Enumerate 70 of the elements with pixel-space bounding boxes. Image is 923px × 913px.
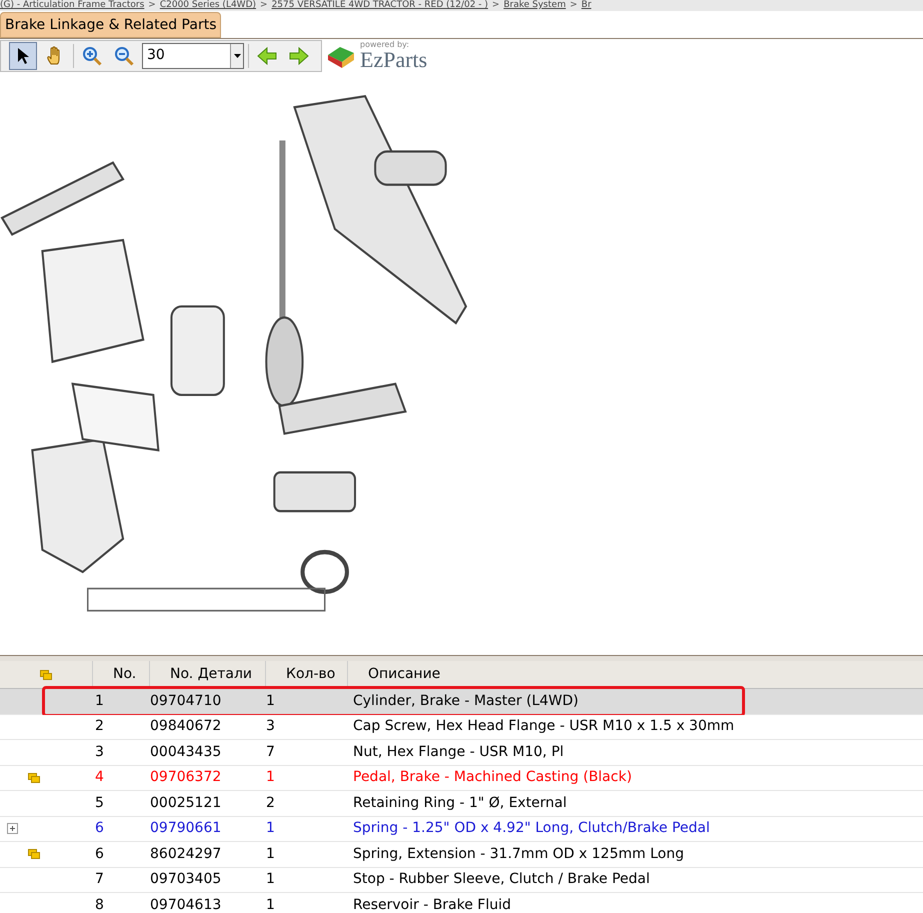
table-cell-text: 00043435 xyxy=(150,742,222,762)
pointer-icon xyxy=(16,46,30,64)
table-cell-text: 1 xyxy=(266,844,276,864)
table-cell-text: 86024297 xyxy=(150,844,222,864)
table-cell-text: 7 xyxy=(266,742,276,762)
table-cell-text: 1 xyxy=(266,692,276,711)
table-cell-text: Cylinder, Brake - Master (L4WD) xyxy=(352,692,580,711)
table-cell-text: Spring, Extension - 31.7mm OD x 125mm Long xyxy=(352,844,685,864)
table-cell-text: 2 xyxy=(266,794,276,813)
table-cell-text: Stop - Rubber Sleeve, Clutch / Brake Pedal xyxy=(352,870,651,890)
tool-button[interactable] xyxy=(9,42,37,70)
breadcrumb-separator: > xyxy=(570,0,578,11)
left-arrow-icon xyxy=(257,46,277,64)
table-cell-text: 1 xyxy=(266,896,276,913)
table-cell-text: 1 xyxy=(266,870,276,890)
table-cell-text: 1 xyxy=(266,768,276,788)
zoom-out-icon xyxy=(114,46,134,66)
breadcrumb-link[interactable]: 2575 VERSATILE 4WD TRACTOR - RED (12/02 - ) xyxy=(272,0,488,11)
table-cell-text: 09706372 xyxy=(150,768,222,788)
breadcrumb-separator: > xyxy=(148,0,156,11)
table-cell-text: Pedal, Brake - Machined Casting (Black) xyxy=(352,768,633,788)
table-cell-text: 4 xyxy=(94,768,105,788)
table-cell-text: Spring - 1.25" OD x 4.92" Long, Clutch/Brake Pedal xyxy=(352,819,711,838)
expand-icon[interactable] xyxy=(7,823,18,834)
table-cell-text: 3 xyxy=(266,717,276,736)
table-cell-text: Cap Screw, Hex Head Flange - USR M10 x 1.5 x 30mm xyxy=(352,717,736,736)
table-row[interactable]: 7 09703405 1 Stop - Rubber Sleeve, Clutch / Brake Pedal xyxy=(0,868,923,893)
table-cell-text: 6 xyxy=(94,819,105,838)
table-cell-text: 3 xyxy=(94,742,105,762)
table-row[interactable]: 1 09704710 1 Cylinder, Brake - Master (L4WD) xyxy=(0,689,923,714)
breadcrumb-link[interactable]: (G) - Articulation Frame Tractors xyxy=(0,0,144,11)
table-cell-text: 1 xyxy=(266,819,276,838)
table-cell-text: 5 xyxy=(94,794,105,813)
logo-name: EzParts xyxy=(360,48,428,70)
column-header[interactable]: No. Детали xyxy=(150,661,266,688)
table-cell-text: 09790661 xyxy=(150,819,222,838)
table-cell-text: Retaining Ring - 1" Ø, External xyxy=(352,794,568,813)
table-cell-text: Reservoir - Brake Fluid xyxy=(352,896,512,913)
table-cell-text: 1 xyxy=(94,692,105,711)
tab[interactable]: Brake Linkage & Related Parts xyxy=(0,12,222,38)
note-icon xyxy=(28,849,40,860)
table-row[interactable]: 6 09790661 1 Spring - 1.25" OD x 4.92" Long, Clutch/Brake Pedal xyxy=(0,816,923,842)
breadcrumb-separator: > xyxy=(260,0,268,11)
table-row[interactable]: 4 09706372 1 Pedal, Brake - Machined Casting (Black) xyxy=(0,766,923,791)
zoom-in-icon xyxy=(82,46,102,66)
table-cell-text: Nut, Hex Flange - USR M10, Pl xyxy=(352,742,565,762)
breadcrumb-link[interactable]: Brake System xyxy=(504,0,566,11)
column-header[interactable]: Кол-во xyxy=(266,661,348,688)
column-header[interactable]: Описание xyxy=(348,661,923,688)
table-cell-text: 8 xyxy=(94,896,105,913)
table-cell-text: 09704613 xyxy=(150,896,222,913)
breadcrumb-link[interactable]: C2000 Series (L4WD) xyxy=(160,0,256,11)
splitter[interactable] xyxy=(0,655,923,661)
table-cell-text: 09703405 xyxy=(150,870,222,890)
table-cell-text: 2 xyxy=(94,717,105,736)
note-icon xyxy=(40,670,52,680)
zoom-select[interactable]: 30 xyxy=(142,42,244,68)
breadcrumb-separator: > xyxy=(492,0,500,11)
note-icon xyxy=(28,772,40,783)
breadcrumb-link[interactable]: Br xyxy=(581,0,592,11)
logo-tagline: powered by: xyxy=(360,40,410,48)
table-cell-text: 6 xyxy=(94,844,105,864)
column-header[interactable]: No. xyxy=(93,661,150,688)
table-row[interactable]: 2 09840672 3 Cap Screw, Hex Head Flange - USR M10 x 1.5 x 30mm xyxy=(0,714,923,740)
dropdown-arrow-icon xyxy=(234,54,240,58)
table-cell-text: 00025121 xyxy=(150,794,222,813)
right-arrow-icon xyxy=(289,46,309,64)
table-cell-text: 7 xyxy=(94,870,105,890)
table-cell-text: 09840672 xyxy=(150,717,222,736)
table-cell-text: 09704710 xyxy=(150,692,222,711)
